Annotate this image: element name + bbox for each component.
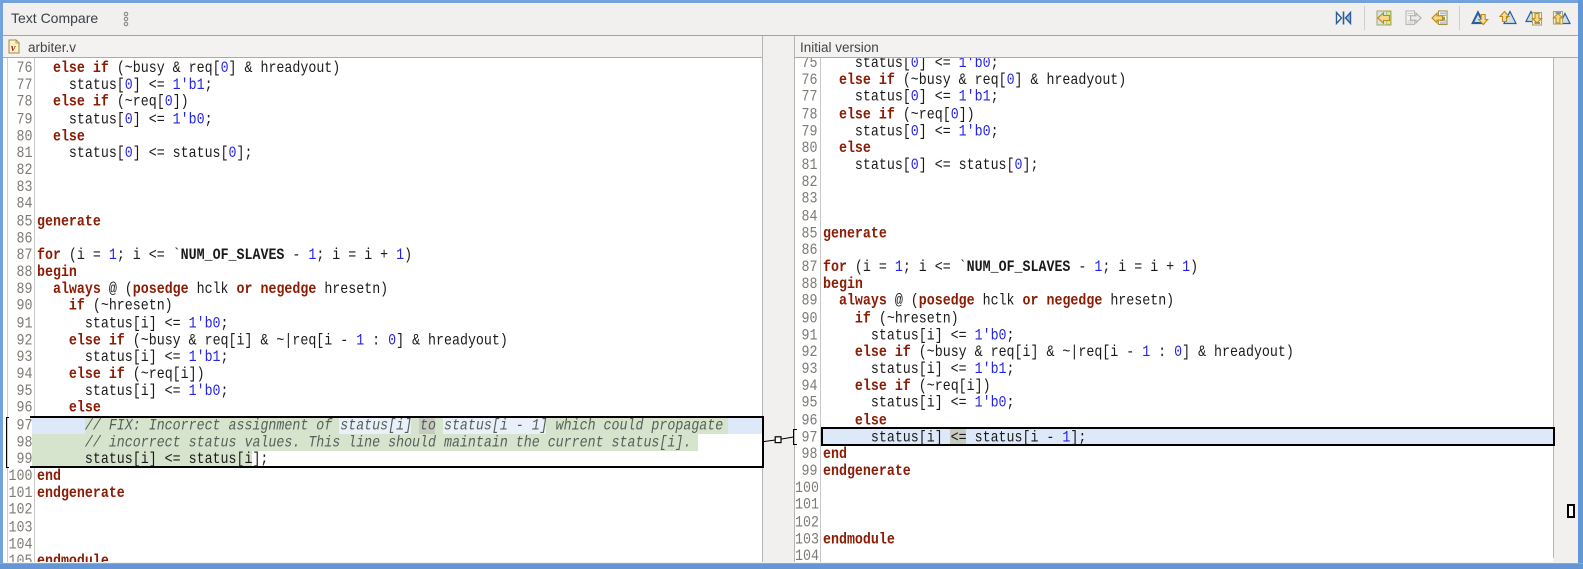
svg-text:v: v bbox=[11, 43, 16, 54]
